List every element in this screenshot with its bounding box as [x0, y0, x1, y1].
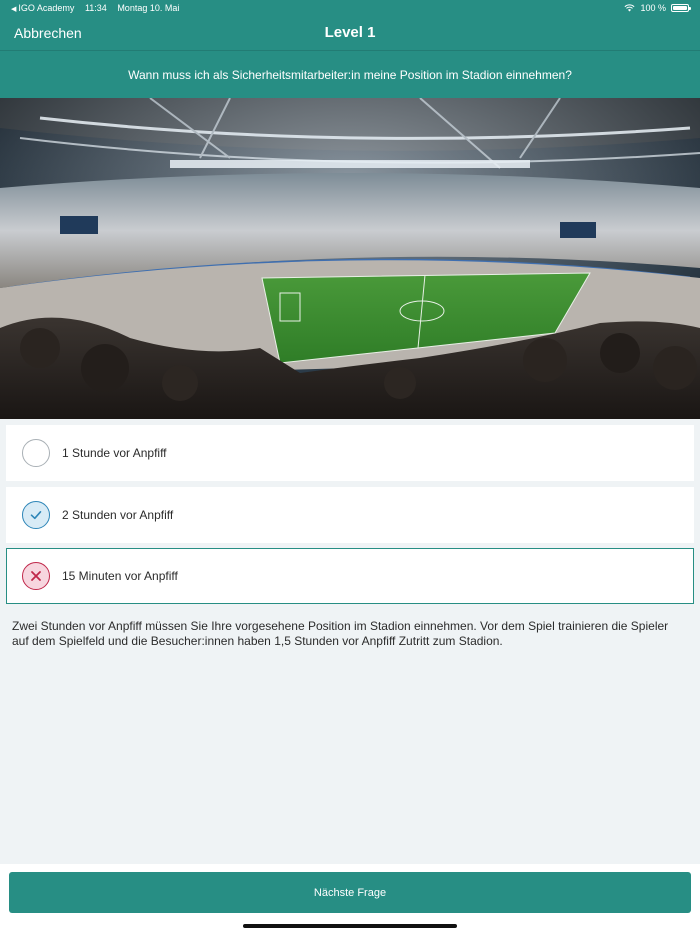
status-right: 100 %: [624, 0, 691, 16]
answer-option-1[interactable]: 1 Stunde vor Anpfiff: [6, 425, 694, 481]
home-indicator[interactable]: [243, 924, 457, 928]
explanation-text: Zwei Stunden vor Anpfiff müssen Sie Ihre…: [12, 619, 669, 648]
status-date: Montag 10. Mai: [117, 3, 180, 13]
next-question-button[interactable]: Nächste Frage: [9, 872, 691, 913]
battery-icon: [671, 4, 691, 12]
footer: Nächste Frage: [0, 864, 700, 934]
question-text: Wann muss ich als Sicherheitsmitarbeiter…: [128, 68, 572, 82]
status-bar: ◀ IGO Academy 11:34 Montag 10. Mai 100 %: [0, 0, 700, 16]
status-time: 11:34: [84, 3, 107, 13]
cross-icon[interactable]: [22, 562, 50, 590]
answer-option-3[interactable]: 15 Minuten vor Anpfiff: [6, 548, 694, 604]
answer-label: 2 Stunden vor Anpfiff: [62, 508, 174, 522]
stadium-image: [0, 98, 700, 419]
wifi-icon: [624, 4, 635, 12]
answer-label: 15 Minuten vor Anpfiff: [62, 569, 178, 583]
battery-percent: 100 %: [640, 3, 666, 13]
nav-bar: Abbrechen Level 1: [0, 16, 700, 51]
answer-label: 1 Stunde vor Anpfiff: [62, 446, 167, 460]
empty-circle-icon[interactable]: [22, 439, 50, 467]
answer-option-2[interactable]: 2 Stunden vor Anpfiff: [6, 487, 694, 543]
back-caret-icon[interactable]: ◀: [11, 6, 16, 13]
checkmark-icon[interactable]: [22, 501, 50, 529]
page-title: Level 1: [324, 24, 376, 41]
back-app-label[interactable]: IGO Academy: [18, 3, 74, 13]
header: ◀ IGO Academy 11:34 Montag 10. Mai 100 % …: [0, 0, 700, 98]
